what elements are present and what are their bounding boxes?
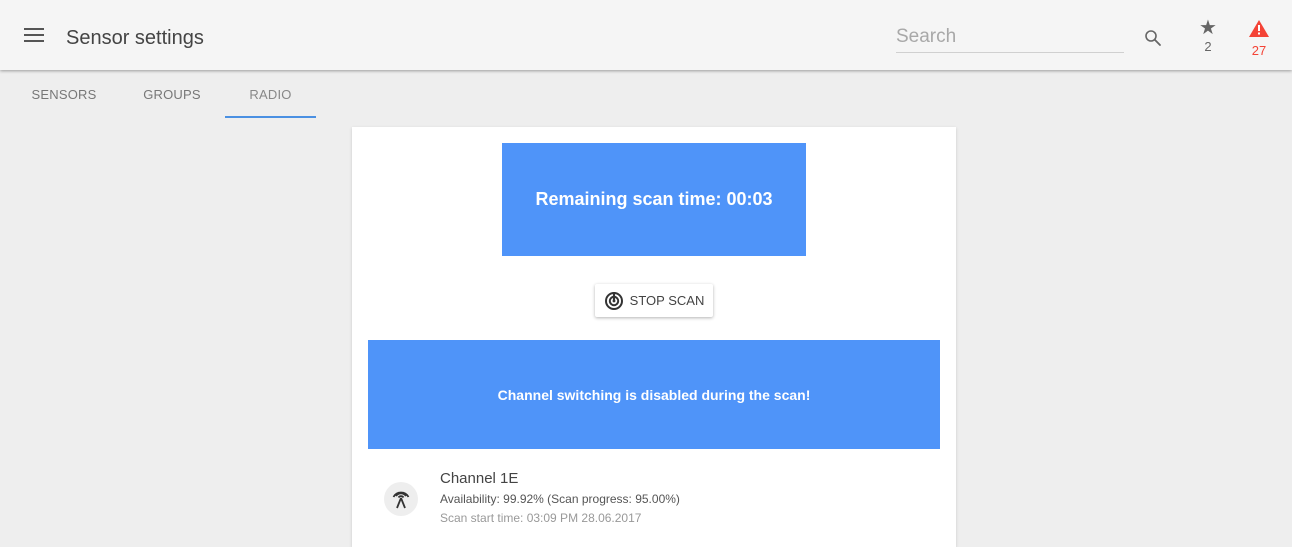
warning-icon — [1249, 20, 1269, 37]
channel-name: Channel 1E — [440, 470, 519, 487]
scan-start-time: Scan start time: 03:09 PM 28.06.2017 — [440, 511, 642, 525]
page-title: Sensor settings — [66, 27, 204, 49]
alerts-button[interactable]: 27 — [1247, 19, 1271, 58]
channel-availability: Availability: 99.92% (Scan progress: 95.… — [440, 492, 680, 506]
menu-icon[interactable] — [24, 24, 44, 46]
search-field — [896, 24, 1124, 53]
tab-groups[interactable]: GROUPS — [128, 70, 216, 118]
stop-scan-button[interactable]: STOP SCAN — [595, 284, 713, 317]
signal-icon — [384, 482, 418, 516]
favorites-count: 2 — [1204, 39, 1212, 54]
scan-card: Remaining scan time: 00:03 STOP SCAN Cha… — [352, 127, 956, 547]
search-icon[interactable] — [1144, 29, 1162, 47]
remaining-scan-time: Remaining scan time: 00:03 — [502, 143, 806, 256]
star-icon: ★ — [1199, 17, 1217, 39]
tab-radio[interactable]: RADIO — [225, 70, 316, 118]
tab-bar: SENSORS GROUPS RADIO — [0, 70, 340, 118]
favorites-button[interactable]: ★ 2 — [1196, 18, 1220, 54]
stop-scan-label: STOP SCAN — [629, 293, 705, 308]
channel-switching-notice: Channel switching is disabled during the… — [368, 340, 940, 449]
active-tab-indicator — [225, 116, 316, 118]
radar-icon — [604, 291, 623, 310]
tab-sensors[interactable]: SENSORS — [22, 70, 106, 118]
alerts-count: 27 — [1251, 43, 1267, 58]
search-input[interactable] — [896, 24, 1124, 50]
app-bar: Sensor settings ★ 2 27 — [0, 0, 1292, 70]
